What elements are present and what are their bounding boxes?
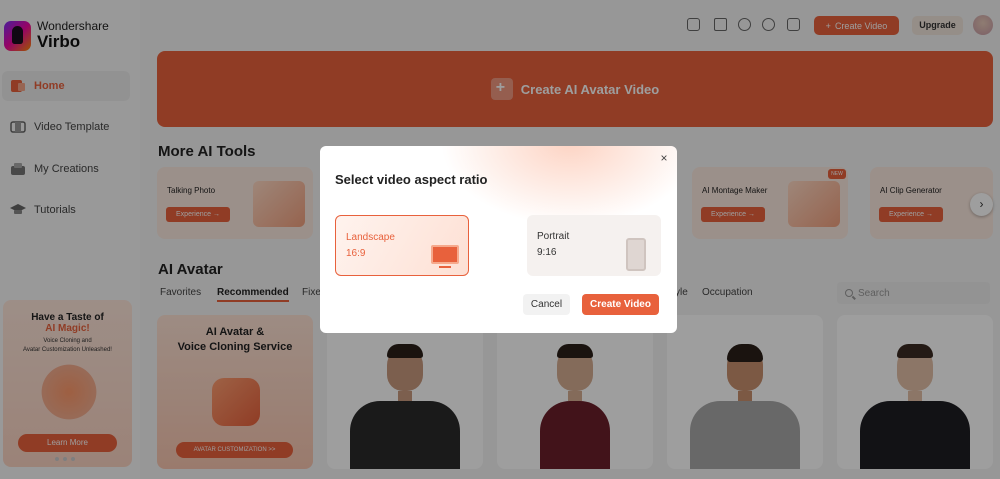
portrait-option[interactable]: Portrait 9:16 — [527, 215, 661, 276]
option-ratio: 9:16 — [537, 247, 557, 258]
cancel-button[interactable]: Cancel — [523, 294, 570, 315]
create-video-button[interactable]: Create Video — [582, 294, 659, 315]
option-name: Portrait — [537, 231, 570, 242]
option-ratio: 16:9 — [346, 248, 366, 259]
dialog-title: Select video aspect ratio — [335, 172, 488, 187]
option-name: Landscape — [346, 232, 395, 243]
landscape-icon — [431, 245, 459, 268]
portrait-icon — [626, 238, 646, 271]
aspect-ratio-dialog: × Select video aspect ratio Landscape 16… — [320, 146, 677, 333]
close-icon[interactable]: × — [657, 151, 671, 165]
landscape-option[interactable]: Landscape 16:9 — [335, 215, 469, 276]
